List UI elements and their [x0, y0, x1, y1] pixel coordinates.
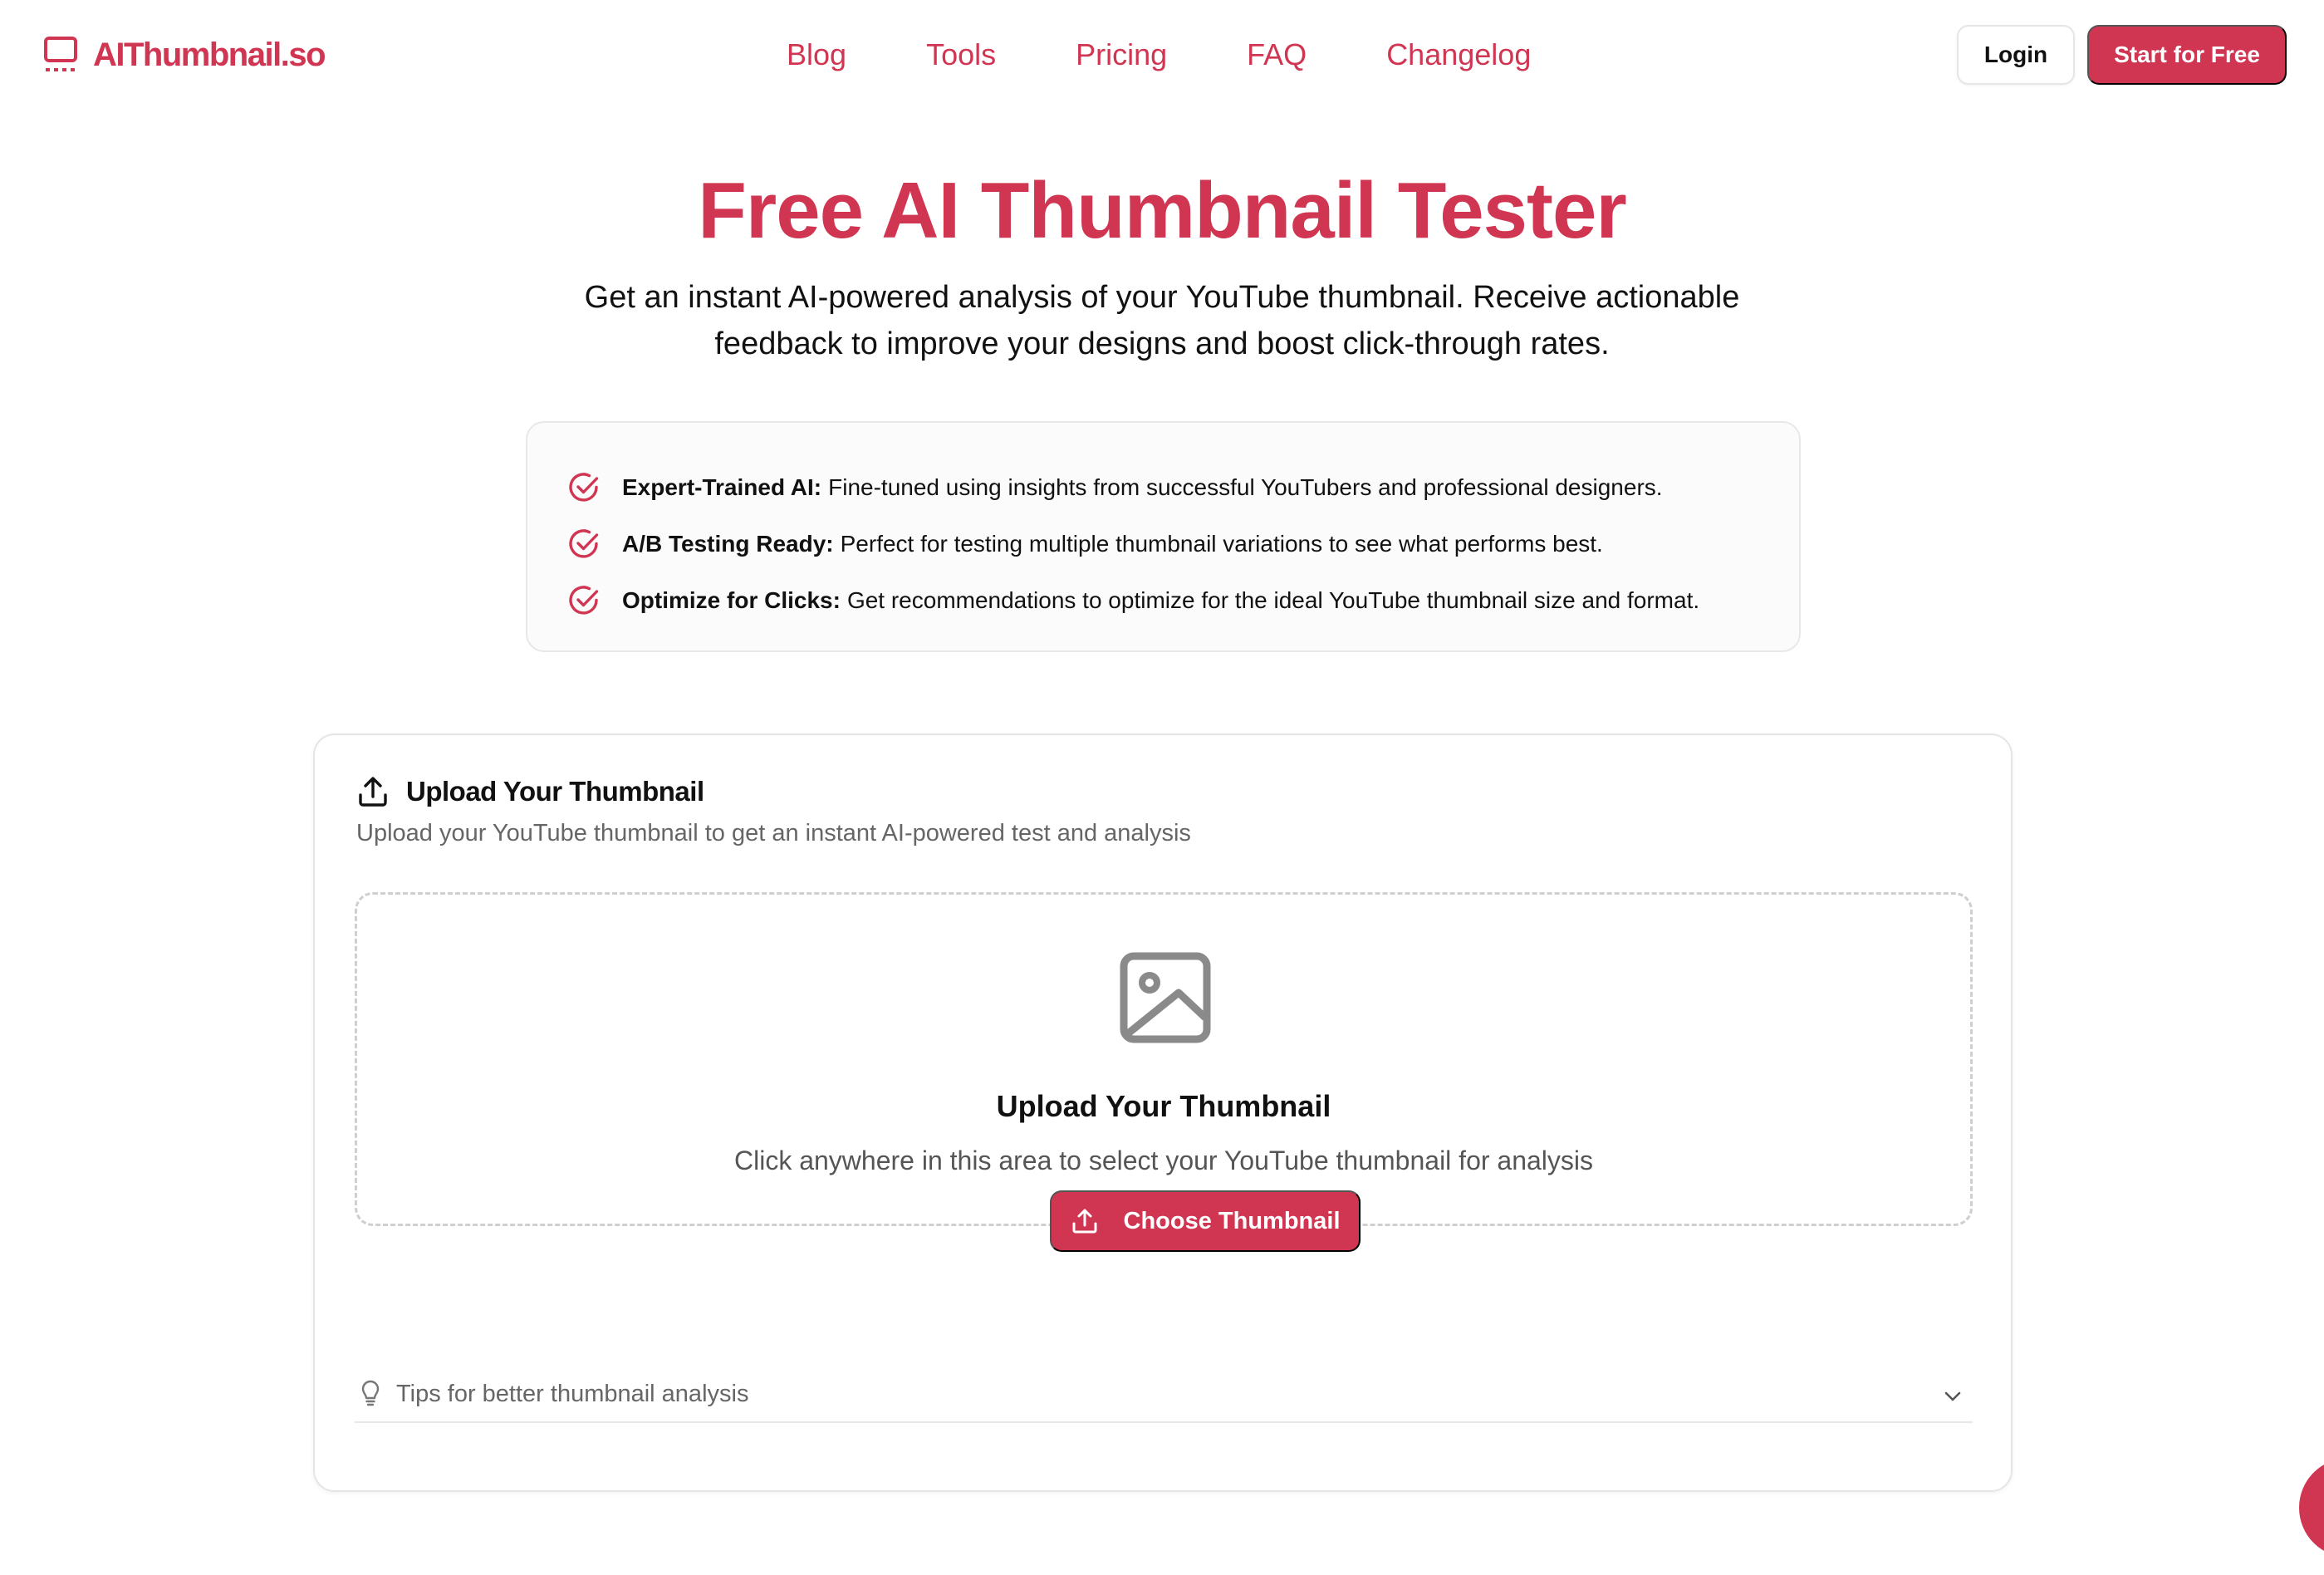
hero-subtitle-line-1: Get an instant AI-powered analysis of yo… [584, 280, 1740, 315]
check-circle-icon [569, 529, 599, 558]
nav-link-tools[interactable]: Tools [926, 37, 996, 72]
nav-link-changelog[interactable]: Changelog [1386, 37, 1531, 72]
chat-widget-button[interactable] [2299, 1458, 2324, 1558]
start-for-free-button[interactable]: Start for Free [2087, 25, 2287, 85]
logo-link[interactable]: AIThumbnail.so [43, 35, 326, 75]
choose-thumbnail-label: Choose Thumbnail [1123, 1207, 1341, 1234]
site-header: AIThumbnail.so Blog Tools Pricing FAQ Ch… [0, 0, 2324, 111]
page-title: Free AI Thumbnail Tester [698, 166, 1627, 255]
hero-subtitle-line-2: feedback to improve your designs and boo… [714, 326, 1610, 361]
login-button[interactable]: Login [1957, 25, 2075, 85]
hero-subtitle: Get an instant AI-powered analysis of yo… [539, 274, 1785, 367]
feature-title: Optimize for Clicks: [622, 587, 841, 613]
check-circle-icon [569, 473, 599, 502]
feature-text: Perfect for testing multiple thumbnail v… [840, 531, 1603, 557]
nav-link-pricing[interactable]: Pricing [1076, 37, 1167, 72]
chevron-down-icon [1944, 1391, 1961, 1401]
feature-text: Fine-tuned using insights from successfu… [828, 474, 1663, 500]
feature-title: A/B Testing Ready: [622, 531, 834, 557]
upload-card: Upload Your Thumbnail Upload your YouTub… [313, 734, 2013, 1492]
brand-name: AIThumbnail.so [93, 36, 326, 73]
dropzone-description: Click anywhere in this area to select yo… [733, 1146, 1594, 1175]
upload-card-description: Upload your YouTube thumbnail to get an … [356, 820, 1191, 846]
upload-card-title: Upload Your Thumbnail [406, 776, 704, 807]
feature-item: Optimize for Clicks: Get recommendations… [567, 572, 1799, 629]
features-box: Expert-Trained AI: Fine-tuned using insi… [526, 421, 1801, 652]
main-nav: Blog Tools Pricing FAQ Changelog [787, 35, 1531, 75]
upload-card-header: Upload Your Thumbnail [356, 775, 704, 808]
nav-link-faq[interactable]: FAQ [1247, 37, 1307, 72]
upload-dropzone[interactable]: Upload Your Thumbnail Click anywhere in … [355, 892, 1973, 1252]
feature-text: Get recommendations to optimize for the … [846, 587, 1700, 613]
dropzone-title: Upload Your Thumbnail [996, 1089, 1331, 1123]
check-circle-icon [569, 586, 599, 615]
feature-item: A/B Testing Ready: Perfect for testing m… [567, 516, 1799, 572]
choose-thumbnail-button[interactable]: Choose Thumbnail [1050, 1190, 1361, 1252]
page: AIThumbnail.so Blog Tools Pricing FAQ Ch… [0, 0, 2324, 1575]
monitor-icon [44, 37, 77, 71]
upload-icon [359, 777, 387, 807]
upload-icon [1072, 1209, 1096, 1234]
lightbulb-icon [361, 1380, 380, 1406]
tips-label: Tips for better thumbnail analysis [396, 1380, 749, 1407]
feature-title: Expert-Trained AI: [622, 474, 822, 500]
nav-link-blog[interactable]: Blog [787, 37, 846, 72]
image-icon [1120, 952, 1211, 1043]
feature-item: Expert-Trained AI: Fine-tuned using insi… [567, 459, 1799, 516]
tips-accordion[interactable]: Tips for better thumbnail analysis [355, 1366, 1973, 1423]
